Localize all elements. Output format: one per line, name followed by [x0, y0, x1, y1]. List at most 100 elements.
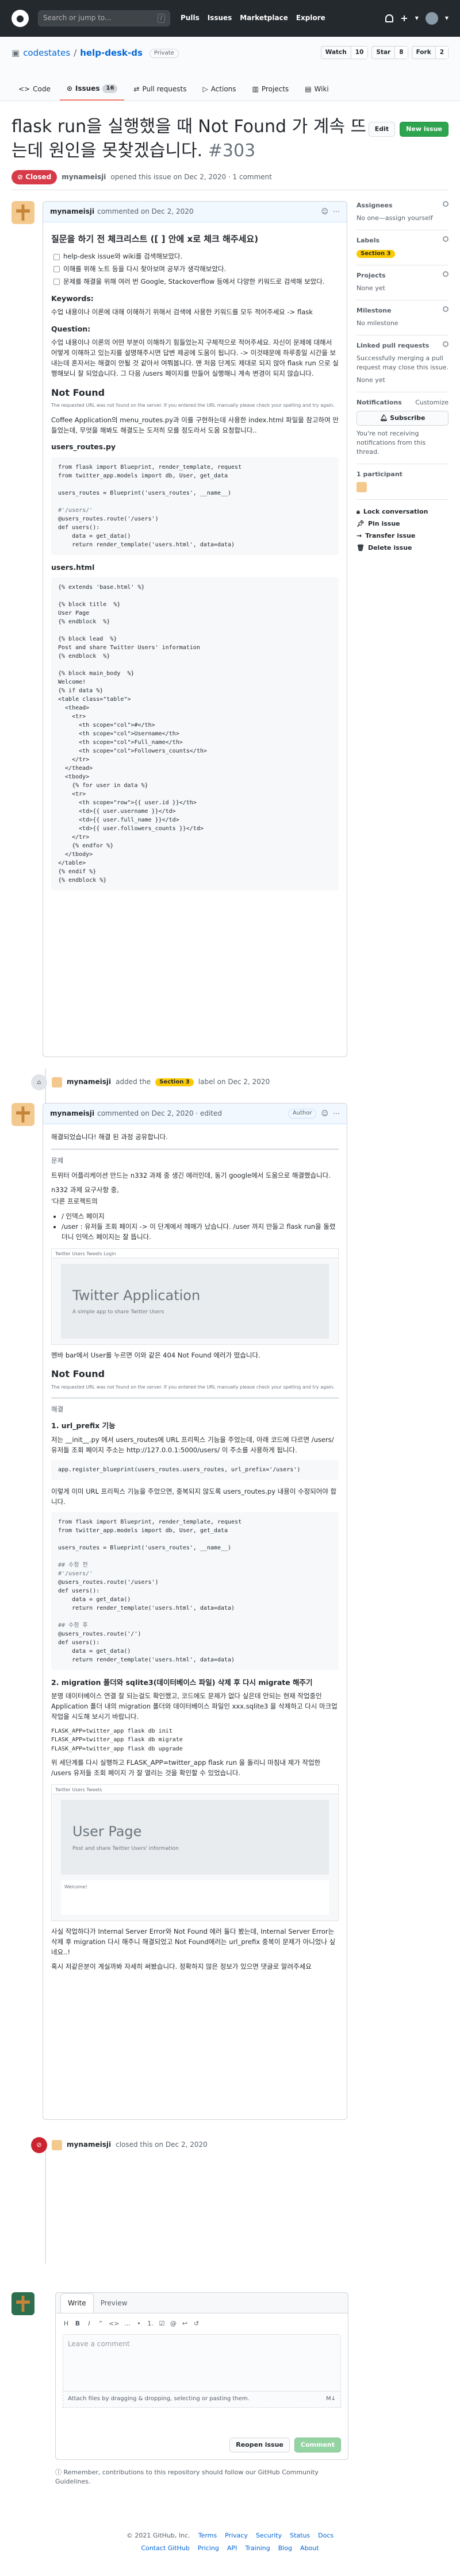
task-list-icon[interactable]: ☑	[158, 2319, 165, 2328]
task-checkbox[interactable]	[53, 279, 60, 286]
tab-pull-requests[interactable]: ⇄ Pull requests	[126, 78, 193, 101]
tab-actions[interactable]: ▷ Actions	[195, 78, 243, 101]
create-plus-icon[interactable]: +	[400, 11, 408, 25]
github-logo-icon[interactable]: ●	[12, 10, 29, 27]
screenshot-index-page[interactable]: Twitter Users Tweets Login Twitter Appli…	[51, 1248, 339, 1345]
preview-tab[interactable]: Preview	[94, 2294, 135, 2313]
italic-icon[interactable]: I	[86, 2319, 93, 2328]
nav-pulls[interactable]: Pulls	[181, 13, 200, 23]
task-checkbox[interactable]	[53, 253, 60, 260]
watch-button[interactable]: Watch 10	[320, 46, 369, 60]
footer-link[interactable]: Status	[290, 2531, 310, 2540]
notifications-bell-icon[interactable]	[385, 14, 394, 22]
footer-link[interactable]: Pricing	[198, 2544, 219, 2553]
file-name-html: users.html	[51, 562, 95, 572]
bold-icon[interactable]: B	[74, 2319, 81, 2328]
nav-explore[interactable]: Explore	[296, 13, 325, 23]
quote-icon[interactable]: ”	[97, 2319, 104, 2328]
author-avatar[interactable]	[12, 1103, 34, 1126]
lock-icon: 🔒︎	[356, 508, 360, 516]
heading-icon[interactable]: H	[63, 2319, 70, 2328]
gear-icon[interactable]	[443, 271, 448, 277]
author-avatar[interactable]	[12, 201, 34, 224]
comment-button[interactable]: Comment	[294, 2438, 341, 2452]
comment-author-link[interactable]: mynameisji	[50, 1109, 94, 1119]
transfer-issue-action[interactable]: → Transfer issue	[356, 531, 448, 541]
link-icon[interactable]: …	[124, 2319, 131, 2328]
gear-icon[interactable]	[443, 201, 448, 207]
assignees-value[interactable]: No one—assign yourself	[356, 214, 448, 223]
bullet-list-icon[interactable]: •	[135, 2319, 142, 2328]
footer-link[interactable]: About	[300, 2544, 319, 2553]
participant-avatar[interactable]	[356, 482, 367, 493]
edit-title-button[interactable]: Edit	[368, 122, 396, 137]
footer-link[interactable]: Security	[256, 2531, 282, 2540]
fork-button[interactable]: Fork 2	[411, 46, 448, 60]
tab-wiki[interactable]: ▤ Wiki	[298, 78, 336, 101]
subscribe-button[interactable]: 🔔︎ Subscribe	[356, 410, 448, 426]
footer-link[interactable]: Contact GitHub	[141, 2544, 189, 2553]
saved-reply-icon[interactable]: ↺	[193, 2319, 200, 2328]
gear-icon[interactable]	[443, 341, 448, 348]
delete-issue-action[interactable]: 🗑︎ Delete issue	[356, 543, 448, 553]
trash-icon: 🗑︎	[356, 544, 365, 552]
footer-link[interactable]: Training	[245, 2544, 270, 2553]
customize-link[interactable]: Customize	[415, 398, 448, 407]
footer-link[interactable]: Docs	[318, 2531, 334, 2540]
event-author-link[interactable]: mynameisji	[67, 1077, 111, 1087]
gear-icon[interactable]	[443, 236, 448, 242]
nav-issues[interactable]: Issues	[208, 13, 232, 23]
code-icon[interactable]: <>	[109, 2319, 119, 2328]
new-issue-button[interactable]: New issue	[400, 122, 448, 137]
reopen-issue-button[interactable]: Reopen issue	[229, 2438, 290, 2452]
list-item: /user : 유저들 조회 페이지 -> 이 단계에서 헤매가 났습니다. /…	[62, 1222, 339, 1243]
comment-textarea[interactable]: Leave a comment	[63, 2334, 341, 2392]
event-avatar[interactable]	[52, 2140, 62, 2150]
footer-link[interactable]: Blog	[278, 2544, 292, 2553]
smiley-icon[interactable]: ☺	[321, 1109, 328, 1119]
attach-files-text: Attach files by dragging & dropping, sel…	[68, 2395, 250, 2402]
task-checkbox[interactable]	[53, 266, 60, 273]
reference-icon[interactable]: ↩	[181, 2319, 188, 2328]
chevron-down-icon[interactable]: ▼	[415, 15, 419, 22]
watch-label: Watch	[321, 47, 351, 59]
comment-timestamp[interactable]: commented on Dec 2, 2020	[97, 207, 193, 217]
comment-header-actions: ☺ ⋯	[321, 207, 340, 217]
user-avatar[interactable]	[425, 12, 438, 25]
footer-link[interactable]: Terms	[198, 2531, 217, 2540]
lock-conversation-action[interactable]: 🔒︎ Lock conversation	[356, 507, 448, 516]
repo-owner-link[interactable]: codestates	[23, 47, 70, 60]
repo-name-link[interactable]: help-desk-ds	[80, 47, 143, 60]
site-footer: © 2021 GitHub, Inc. Terms Privacy Securi…	[0, 2528, 460, 2553]
screenshot-user-page[interactable]: Twitter Users Tweets User Page Post and …	[51, 1784, 339, 1921]
smiley-icon[interactable]: ☺	[321, 207, 328, 217]
footer-link[interactable]: Privacy	[225, 2531, 248, 2540]
pin-issue-action[interactable]: 📌︎ Pin issue	[356, 519, 448, 529]
question-text: 수업 내용이나 이론의 어떤 부분이 이해하기 힘들었는지 구체적으로 적어주세…	[51, 338, 339, 377]
chevron-down-icon[interactable]: ▼	[445, 15, 448, 22]
write-tab[interactable]: Write	[60, 2293, 94, 2313]
tab-projects[interactable]: ▥ Projects	[246, 78, 296, 101]
search-input[interactable]: Search or jump to... /	[38, 10, 170, 26]
tab-issues[interactable]: ⊙ Issues 16	[59, 78, 125, 101]
footer-copyright: © 2021 GitHub, Inc.	[126, 2532, 190, 2539]
kebab-menu-icon[interactable]: ⋯	[333, 1109, 340, 1119]
comment-timestamp[interactable]: commented on Dec 2, 2020 · edited	[97, 1109, 222, 1119]
gear-icon[interactable]	[443, 306, 448, 313]
viewer-avatar[interactable]	[12, 2292, 34, 2315]
mention-icon[interactable]: @	[170, 2319, 177, 2328]
event-author-link[interactable]: mynameisji	[67, 2140, 111, 2150]
nav-marketplace[interactable]: Marketplace	[240, 13, 288, 23]
issue-author-link[interactable]: mynameisji	[62, 172, 106, 182]
kebab-menu-icon[interactable]: ⋯	[333, 207, 340, 217]
attach-files-bar[interactable]: Attach files by dragging & dropping, sel…	[63, 2391, 341, 2408]
numbered-list-icon[interactable]: 1.	[147, 2319, 154, 2328]
tab-code[interactable]: <> Code	[12, 78, 57, 101]
paragraph: 저는 __init__.py 에서 users_routes에 URL 프리픽스…	[51, 1435, 334, 1454]
footer-link[interactable]: API	[227, 2544, 237, 2553]
star-button[interactable]: Star 8	[371, 46, 408, 60]
section-label[interactable]: Section 3	[356, 249, 395, 259]
event-avatar[interactable]	[52, 1077, 62, 1088]
comment-author-link[interactable]: mynameisji	[50, 207, 94, 217]
section-label[interactable]: Section 3	[155, 1078, 194, 1087]
